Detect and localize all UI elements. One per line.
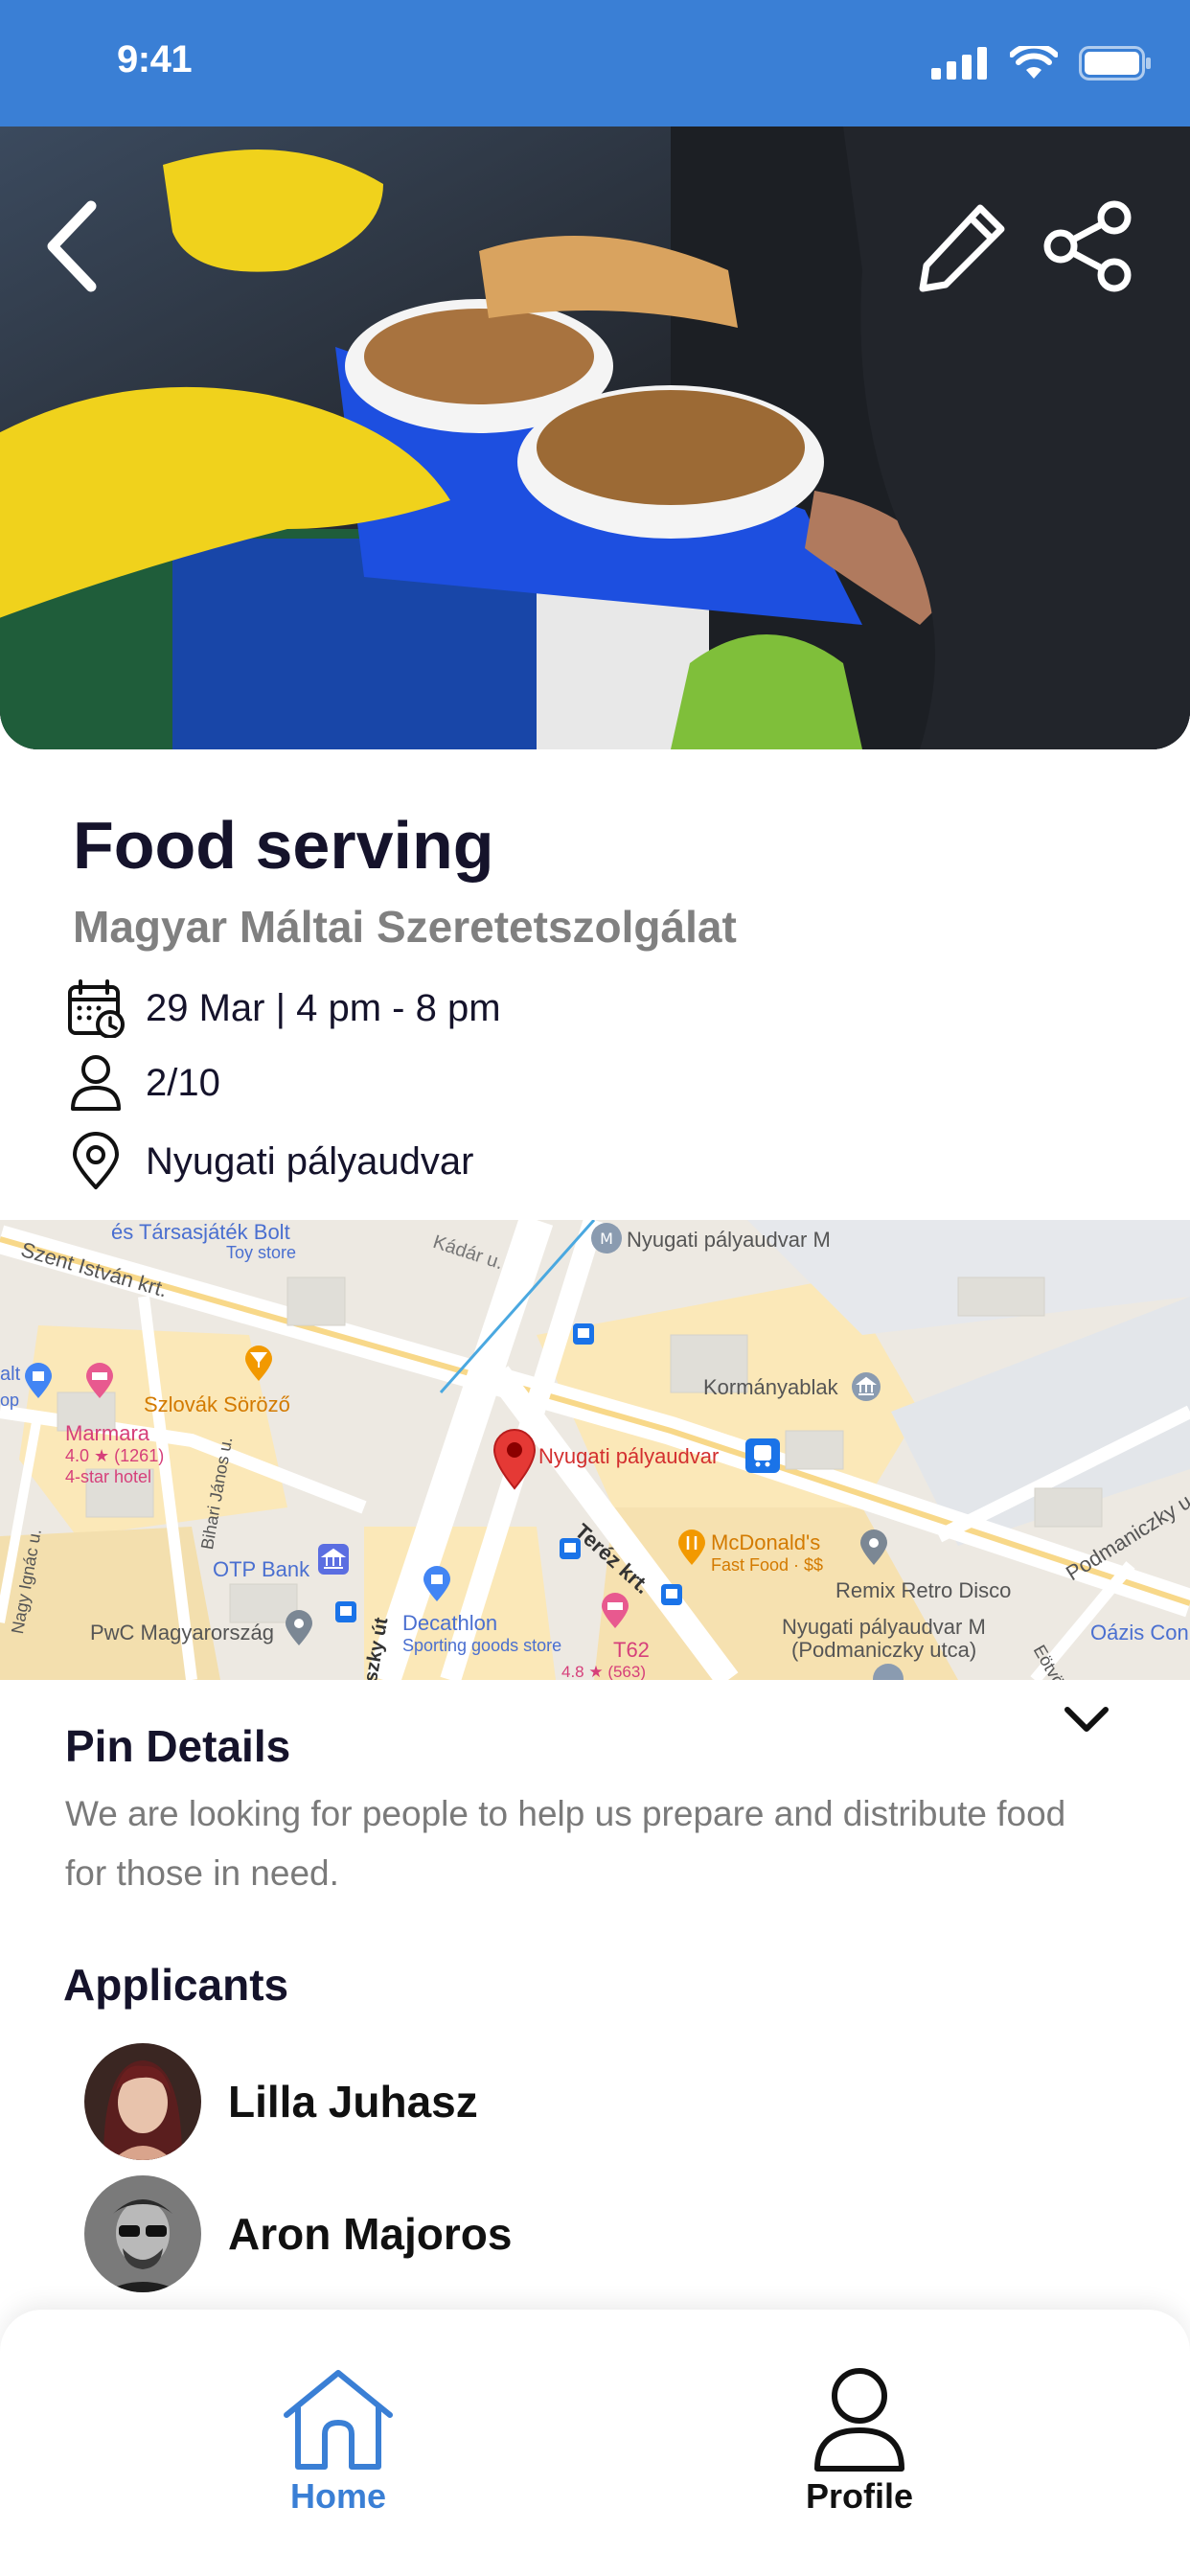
train-station-icon	[745, 1438, 780, 1473]
person-icon	[71, 1055, 121, 1111]
applicant-name: Aron Majoros	[228, 2209, 513, 2259]
restaurant-icon	[678, 1530, 705, 1565]
calendar-clock-icon	[68, 979, 125, 1038]
edit-button[interactable]	[910, 194, 1016, 299]
status-bar: 9:41	[0, 0, 1190, 126]
event-capacity: 2/10	[146, 1061, 220, 1104]
tab-home-label: Home	[289, 2476, 387, 2516]
location-map[interactable]: M és Társasjáték Bolt Toy store Szent Is…	[0, 1220, 1190, 1680]
map-label: T62	[613, 1638, 650, 1662]
place-icon	[860, 1530, 887, 1565]
bank-icon	[318, 1544, 349, 1575]
map-label: Nyugati pályaudvar M	[627, 1228, 831, 1252]
chevron-down-icon[interactable]	[1058, 1696, 1115, 1744]
map-label: alt	[0, 1364, 21, 1385]
status-time: 9:41	[117, 38, 193, 80]
map-label: Toy store	[226, 1243, 297, 1262]
place-icon	[286, 1610, 312, 1645]
tab-home[interactable]: Home	[242, 2367, 434, 2517]
event-location: Nyugati pályaudvar	[146, 1139, 474, 1183]
transit-icon: M	[591, 1223, 622, 1254]
map-label: Remix Retro Disco	[835, 1578, 1012, 1602]
map-label: 4.8 ★ (563)	[561, 1663, 647, 1680]
map-label: op	[0, 1391, 20, 1410]
bottom-tab-bar: Home Profile	[0, 2310, 1190, 2576]
map-label: Kormányablak	[703, 1375, 838, 1399]
person-icon	[814, 2368, 904, 2472]
avatar	[84, 2043, 201, 2160]
map-label: (Podmaniczky utca)	[791, 1638, 977, 1662]
svg-text:M: M	[600, 1230, 613, 1248]
government-icon	[852, 1372, 881, 1401]
map-label: Szlovák Söröző	[144, 1392, 290, 1416]
bus-stop-icon	[335, 1601, 356, 1622]
event-datetime: 29 Mar | 4 pm - 8 pm	[146, 986, 501, 1029]
map-label: Decathlon	[402, 1611, 498, 1635]
applicant-item[interactable]: Lilla Juhasz	[84, 2043, 478, 2160]
map-label: McDonald's	[711, 1530, 821, 1554]
map-label: Oázis Con	[1090, 1621, 1189, 1644]
applicant-photo	[84, 2175, 201, 2292]
avatar	[84, 2175, 201, 2292]
status-icons	[931, 46, 1152, 80]
pin-details-description: We are looking for people to help us pre…	[65, 1794, 1066, 1893]
map-label: Sporting goods store	[402, 1636, 562, 1655]
applicant-name: Lilla Juhasz	[228, 2077, 478, 2127]
map-label: és Társasjáték Bolt	[111, 1220, 290, 1244]
applicants-title: Applicants	[63, 1960, 289, 2010]
event-datetime-row: 29 Mar | 4 pm - 8 pm	[65, 978, 501, 1039]
event-location-row: Nyugati pályaudvar	[65, 1131, 473, 1192]
tab-profile[interactable]: Profile	[764, 2367, 955, 2517]
shop-icon	[25, 1363, 52, 1398]
back-button[interactable]	[29, 194, 115, 299]
tab-profile-label: Profile	[805, 2476, 914, 2516]
event-capacity-row: 2/10	[65, 1052, 220, 1114]
store-icon	[423, 1566, 450, 1601]
event-hero-image	[0, 126, 1190, 749]
map-location-pin-icon[interactable]	[492, 1429, 537, 1490]
event-organization: Magyar Máltai Szeretetszolgálat	[73, 902, 737, 952]
share-button[interactable]	[1035, 194, 1140, 299]
bus-stop-icon	[573, 1323, 594, 1345]
map-label: PwC Magyarország	[90, 1621, 274, 1644]
map-label: 4-star hotel	[65, 1467, 152, 1486]
home-icon	[284, 2370, 393, 2470]
applicant-photo	[84, 2043, 201, 2160]
map-label: Marmara	[65, 1421, 150, 1445]
map-label: Fast Food · $$	[711, 1555, 824, 1575]
chevron-left-icon	[47, 200, 97, 292]
share-icon	[1043, 200, 1132, 292]
map-label: Nyugati pályaudvar M	[782, 1615, 986, 1639]
map-label: OTP Bank	[213, 1557, 310, 1581]
cellular-signal-icon	[931, 47, 987, 80]
pin-details-title: Pin Details	[65, 1721, 291, 1771]
bar-icon	[245, 1346, 272, 1381]
wifi-icon	[1010, 46, 1058, 79]
location-pin-icon	[73, 1132, 119, 1189]
map-label: Nyugati pályaudvar	[538, 1444, 720, 1468]
applicant-item[interactable]: Aron Majoros	[84, 2175, 512, 2292]
hotel-icon	[86, 1363, 113, 1398]
map-label: 4.0 ★ (1261)	[65, 1446, 165, 1465]
pencil-icon	[919, 204, 1005, 292]
hotel-icon	[602, 1593, 629, 1628]
battery-icon	[1079, 46, 1151, 80]
transit-icon	[873, 1664, 904, 1680]
bus-stop-icon	[661, 1584, 682, 1605]
event-title: Food serving	[73, 808, 494, 883]
